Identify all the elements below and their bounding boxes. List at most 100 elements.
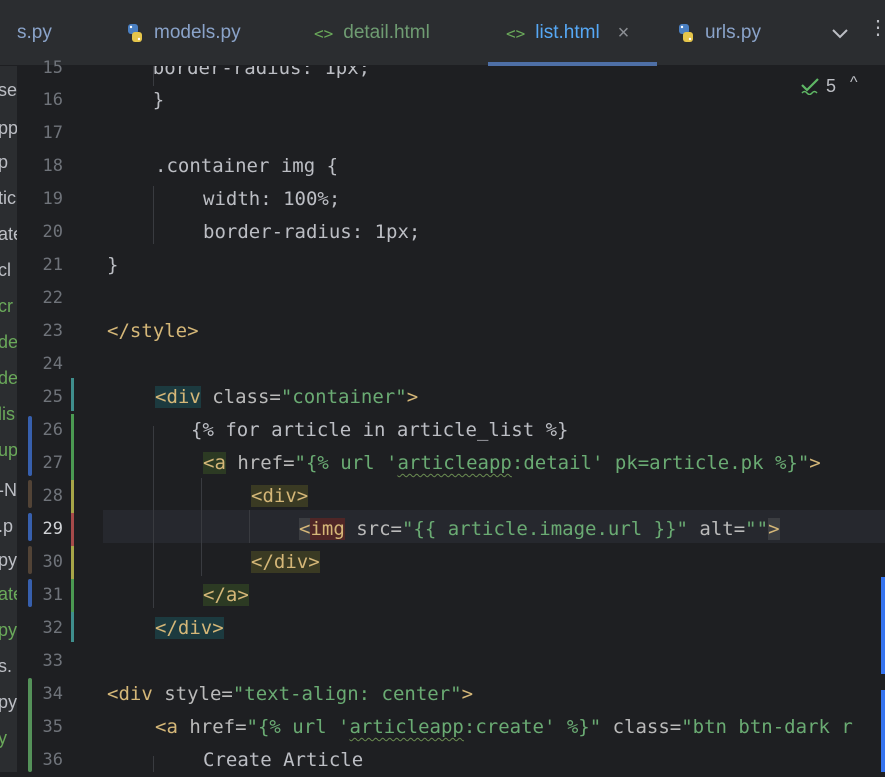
line-number-gutter: 15 16 17 18 19 20 21 22 23 24 25 26 27 2… [17, 58, 103, 772]
more-options-icon[interactable]: ⋮ [868, 18, 885, 38]
line-number: 34 [42, 684, 63, 704]
close-icon[interactable]: × [618, 22, 630, 45]
indent-guide [153, 426, 154, 608]
tree-item[interactable]: y [0, 722, 7, 754]
tab-detail-html[interactable]: <> detail.html [314, 0, 430, 66]
code-text: Create Article [203, 749, 364, 771]
chevron-up-icon[interactable]: ^ [850, 74, 858, 92]
tree-item[interactable]: p [0, 146, 8, 178]
html-tag: > [809, 452, 821, 474]
code-line-15: border-radius: 1px; [107, 66, 370, 85]
tree-item[interactable]: s. [0, 650, 12, 682]
tab-label: models.py [154, 22, 241, 43]
line-number: 19 [42, 189, 63, 209]
vcs-change-marker[interactable] [28, 546, 32, 574]
tab-models-py[interactable]: models.py [124, 0, 241, 66]
html-tag: > [768, 518, 780, 540]
code-editor[interactable]: border-radius: 1px; } .container img { w… [103, 66, 885, 772]
python-file-icon [679, 24, 693, 42]
line-number: 27 [42, 453, 63, 473]
code-line-21: } [107, 249, 118, 282]
scrollbar-marker[interactable] [881, 577, 885, 674]
tree-item[interactable]: cr [0, 290, 13, 322]
tree-item[interactable]: cl [0, 254, 11, 286]
tree-item[interactable]: -N [0, 474, 17, 506]
tab-label: detail.html [343, 22, 430, 43]
tree-item[interactable]: de [0, 326, 17, 358]
line-number: 20 [42, 222, 63, 242]
html-tag: </a> [203, 584, 249, 606]
tree-item[interactable]: de [0, 362, 17, 394]
tree-item[interactable]: py [0, 544, 17, 576]
html-string: articleapp [349, 716, 464, 738]
tree-item[interactable]: tic [0, 182, 16, 214]
code-line-31: </a> [203, 579, 249, 612]
vcs-change-marker[interactable] [28, 416, 32, 476]
line-number: 25 [42, 387, 63, 407]
line-number: 36 [42, 750, 63, 770]
vcs-change-marker[interactable] [28, 513, 32, 541]
html-string: "" [745, 518, 769, 540]
html-attr: alt= [687, 518, 746, 540]
html-tag: <div [107, 683, 153, 705]
line-number: 35 [42, 717, 63, 737]
tree-item[interactable]: py [0, 686, 17, 718]
html-tag: <a [203, 452, 226, 474]
html-attr: style= [152, 683, 233, 705]
code-line-19: width: 100%; [203, 183, 340, 216]
tree-item[interactable]: ate [0, 578, 17, 610]
code-line-27: <a href="{% url 'articleapp:detail' pk=a… [203, 447, 821, 480]
tree-item[interactable]: ate [0, 218, 17, 250]
tree-item[interactable]: .p [0, 510, 13, 542]
tab-label: list.html [535, 22, 600, 43]
code-line-16: } [107, 84, 164, 117]
html-string: :detail' pk=article.pk %}" [511, 452, 810, 474]
tree-item[interactable]: se [0, 74, 17, 106]
tab-list-html[interactable]: <> list.html × [506, 0, 629, 66]
html-tag: </div> [251, 551, 320, 573]
html-string: "container" [280, 386, 407, 408]
html-tag: <div> [251, 485, 309, 507]
html-string: :create' %}" [463, 716, 602, 738]
line-number: 15 [42, 58, 63, 78]
vcs-change-marker[interactable] [28, 579, 32, 607]
line-number: 17 [42, 123, 63, 143]
code-line-23: </style> [107, 315, 199, 348]
css-declaration: border-radius: 1px; [203, 221, 421, 243]
inspections-widget[interactable]: 5 [800, 74, 836, 98]
code-line-20: border-radius: 1px; [203, 216, 420, 249]
vcs-line-marker [71, 378, 74, 411]
line-number: 30 [42, 552, 63, 572]
vcs-line-marker [71, 480, 74, 513]
html-string: "{% url ' [294, 452, 398, 474]
html-attr: href= [177, 716, 247, 738]
code-line-18: .container img { [155, 150, 338, 183]
line-number: 26 [42, 420, 63, 440]
tree-item[interactable]: lis [0, 398, 15, 430]
tab-label: s.py [17, 22, 52, 43]
html-tag: img [310, 518, 345, 540]
vcs-line-marker [71, 546, 74, 579]
code-line-29: <img src="{{ article.image.url }}" alt="… [299, 513, 780, 546]
html-string: articleapp [397, 452, 512, 474]
tree-item[interactable]: up [0, 434, 17, 466]
vcs-change-marker[interactable] [28, 678, 32, 772]
line-number: 24 [42, 354, 63, 374]
code-line-36: Create Article [203, 744, 363, 772]
indent-guide [153, 186, 154, 244]
scrollbar-marker[interactable] [881, 690, 885, 772]
vcs-line-marker [71, 513, 74, 546]
tree-item[interactable]: pp [0, 112, 17, 144]
chevron-down-icon[interactable] [830, 20, 850, 46]
vcs-line-marker [71, 612, 74, 642]
indent-guide [153, 756, 154, 772]
html-tag: </style> [107, 320, 199, 342]
html-attr: src= [344, 518, 402, 540]
code-line-28: <div> [251, 480, 309, 513]
tree-item[interactable]: py [0, 614, 17, 646]
code-text: } [107, 89, 165, 111]
html-attr: href= [225, 452, 295, 474]
indent-guide [249, 510, 250, 543]
vcs-change-marker[interactable] [28, 480, 32, 508]
tab-urls-py[interactable]: urls.py [675, 0, 761, 66]
